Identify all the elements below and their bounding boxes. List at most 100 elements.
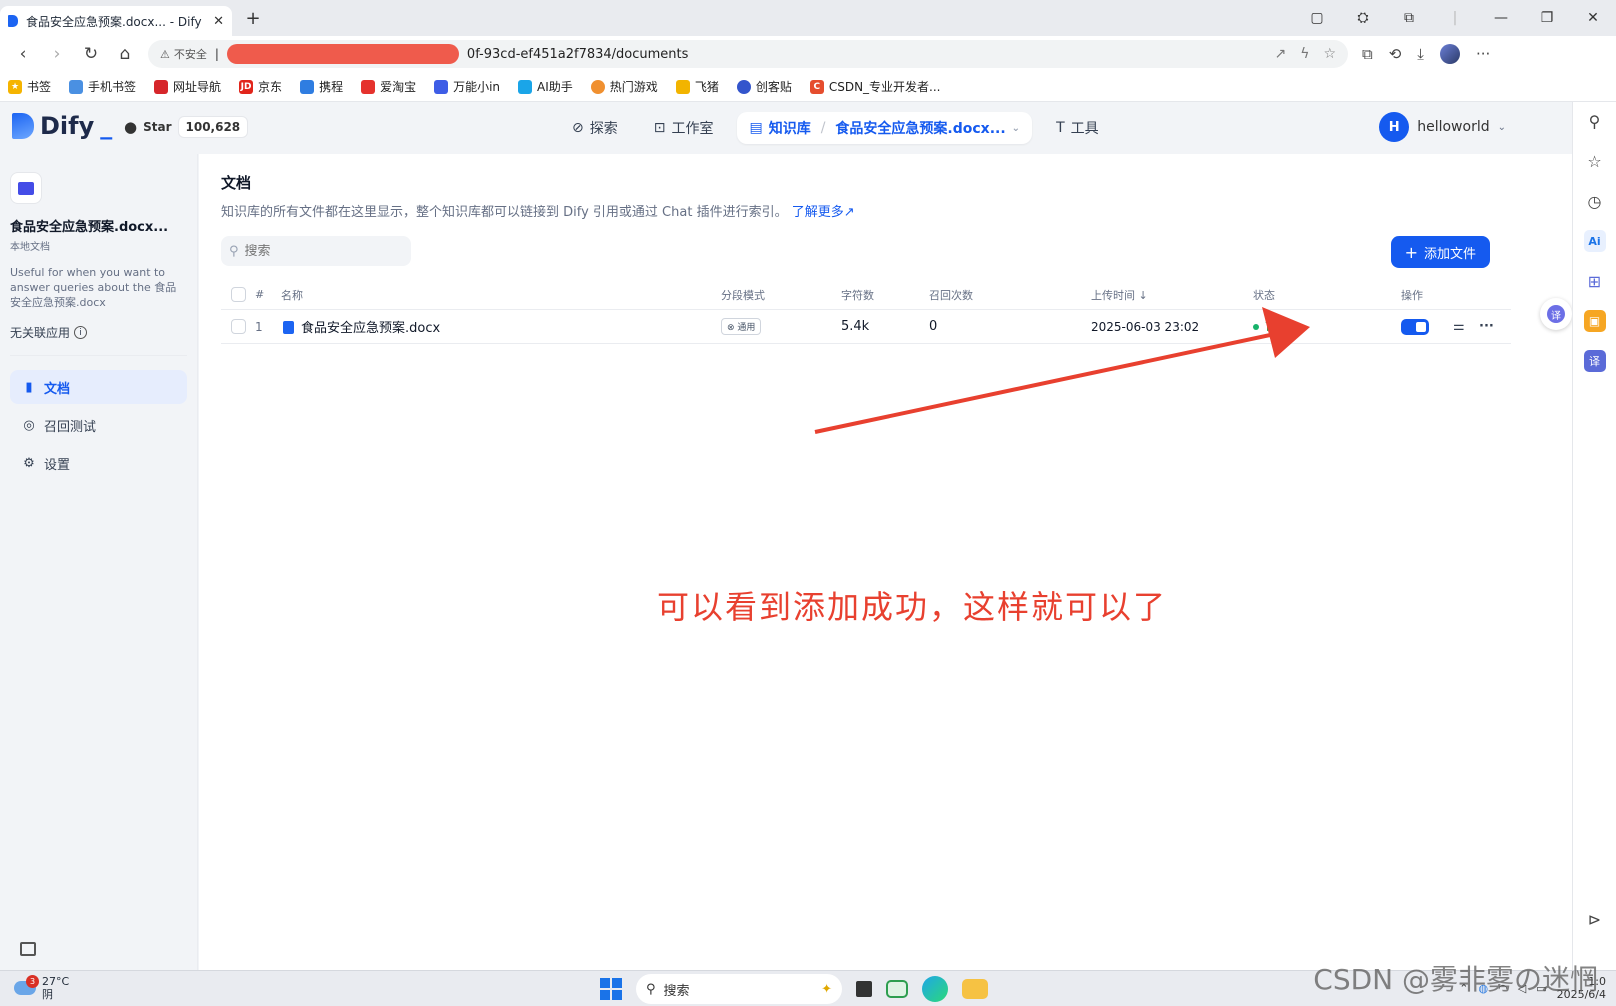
book-icon: ▤	[749, 120, 763, 136]
search-icon[interactable]: ⚲	[1584, 110, 1606, 132]
star-icon[interactable]: ☆	[1584, 150, 1606, 172]
bookmark-item[interactable]: 万能小in	[434, 78, 500, 95]
bookmark-item[interactable]: JD 京东	[239, 78, 282, 95]
reload-icon[interactable]: ↻	[74, 44, 108, 64]
download-icon[interactable]: ⤓	[1417, 45, 1424, 63]
table-row[interactable]: 1 食品安全应急预案.docx ⊗ 通用 5.4k 0 2025-06-03 2…	[221, 310, 1511, 344]
gamepad-icon[interactable]: ⊞	[1584, 270, 1606, 292]
nav-knowledge[interactable]: ▤ 知识库 / 食品安全应急预案.docx... ⌄	[737, 112, 1033, 144]
bookmark-item[interactable]: AI助手	[518, 78, 573, 95]
user-menu[interactable]: H helloworld ⌄	[1379, 112, 1506, 142]
select-all-checkbox[interactable]	[231, 287, 246, 302]
notification-badge: 3	[26, 975, 39, 988]
monitor-app-icon[interactable]	[886, 980, 908, 998]
translate-icon[interactable]: 译	[1583, 350, 1606, 372]
nav-tools[interactable]: T 工具	[1044, 112, 1111, 144]
col-chars: 字符数	[841, 288, 874, 302]
edge-browser-icon[interactable]	[922, 976, 948, 1002]
forward-icon[interactable]: ›	[40, 44, 74, 64]
briefcase-icon[interactable]: ▣	[1583, 310, 1606, 332]
weather-widget[interactable]: 3 27°C 阴	[14, 975, 69, 1001]
bookmark-item[interactable]: 携程	[300, 78, 343, 95]
bookmark-item[interactable]: 爱淘宝	[361, 78, 416, 95]
weather-desc: 阴	[42, 988, 53, 1001]
profile-avatar-icon[interactable]	[1439, 44, 1460, 64]
bookmark-item[interactable]: 网址导航	[154, 78, 221, 95]
file-explorer-icon[interactable]	[962, 979, 988, 999]
row-upload-time: 2025-06-03 23:02	[1091, 319, 1200, 334]
add-file-button[interactable]: + 添加文件	[1390, 236, 1490, 268]
nav-explore[interactable]: ⊘ 探索	[560, 112, 630, 144]
bookmark-item[interactable]: C CSDN_专业开发者...	[809, 78, 941, 95]
search-icon: ⚲	[229, 243, 239, 259]
weather-temp: 27°C	[42, 975, 70, 988]
csdn-watermark: CSDN @雾非雾の迷惘	[1313, 963, 1598, 996]
sidebar-item-documents[interactable]: ▮ 文档	[10, 370, 187, 404]
ai-icon[interactable]: Ai	[1583, 230, 1606, 252]
search-box[interactable]: ⚲	[221, 236, 411, 266]
learn-more-link[interactable]: 了解更多↗	[792, 205, 855, 220]
current-kb-breadcrumb[interactable]: 食品安全应急预案.docx...	[835, 118, 1005, 138]
windows-start-icon[interactable]	[600, 978, 622, 1000]
info-icon[interactable]: i	[74, 326, 88, 339]
history-icon[interactable]: ⟲	[1389, 45, 1402, 63]
bookmark-ctrip-icon	[300, 79, 315, 94]
collapse-sidebar-icon[interactable]	[20, 942, 36, 956]
bookmark-wanneng-icon	[434, 79, 449, 94]
warning-icon: ⚠	[160, 47, 170, 61]
bookmark-item[interactable]: 热门游戏	[590, 78, 658, 95]
status-dot-icon	[1253, 323, 1259, 330]
hammer-icon: T	[1056, 120, 1065, 136]
sidebar-item-settings[interactable]: ⚙ 设置	[10, 446, 187, 480]
expand-panel-icon[interactable]: ⊳	[1584, 908, 1606, 930]
incognito-icon[interactable]: ⛭	[1340, 10, 1386, 26]
sidebar-item-retrieval-test[interactable]: ◎ 召回测试	[10, 408, 187, 442]
task-view-icon[interactable]	[856, 981, 872, 997]
bookmark-item[interactable]: 飞猪	[675, 78, 719, 95]
star-bookmark-icon[interactable]: ☆	[1323, 46, 1336, 62]
insecure-indicator[interactable]: ⚠ 不安全	[160, 46, 207, 62]
github-star-count: 100,628	[177, 116, 249, 138]
clock-icon[interactable]: ◷	[1584, 190, 1606, 212]
extensions-puzzle-icon[interactable]: ⧉	[1386, 10, 1432, 26]
close-window-icon[interactable]: ✕	[1570, 10, 1616, 26]
new-tab-icon[interactable]: +	[238, 8, 268, 29]
bolt-icon[interactable]: ϟ	[1300, 46, 1309, 62]
bookmark-item[interactable]: 创客贴	[736, 78, 792, 95]
logo-underscore: _	[100, 112, 113, 140]
close-tab-icon[interactable]: ✕	[213, 14, 224, 29]
github-star[interactable]: ● Star 100,628	[124, 116, 249, 138]
sparkle-icon: ✦	[821, 981, 832, 997]
row-hits: 0	[929, 319, 938, 334]
breadcrumb-separator: /	[820, 120, 826, 136]
translate-floating-button[interactable]: 译	[1540, 298, 1572, 330]
home-icon[interactable]: ⌂	[108, 44, 142, 64]
annotation-text: 可以看到添加成功，这样就可以了	[657, 588, 1168, 626]
dify-logo[interactable]: Dify _	[12, 112, 112, 140]
bookmark-item[interactable]: ★ 书签	[8, 78, 51, 95]
share-icon[interactable]: ↗	[1274, 46, 1286, 62]
taskbar-search[interactable]: ⚲ 搜索 ✦	[636, 974, 842, 1004]
segment-settings-icon[interactable]: ⚌	[1453, 319, 1465, 334]
bookmark-item[interactable]: 手机书签	[69, 78, 136, 95]
minimize-icon[interactable]: —	[1478, 10, 1524, 26]
target-icon: ◎	[23, 417, 35, 433]
row-checkbox[interactable]	[231, 319, 246, 334]
app-header: Dify _ ● Star 100,628 ⊘ 探索 ⊡ 工作室 ▤ 知识库 / …	[0, 102, 1572, 154]
col-upload-time[interactable]: 上传时间 ↓	[1091, 287, 1148, 303]
extension-icon[interactable]: ⧉	[1362, 45, 1373, 63]
nav-studio[interactable]: ⊡ 工作室	[642, 112, 726, 144]
row-name[interactable]: 食品安全应急预案.docx	[283, 317, 440, 336]
top-nav: ⊘ 探索 ⊡ 工作室 ▤ 知识库 / 食品安全应急预案.docx... ⌄ T …	[560, 112, 1111, 144]
page-title: 文档	[221, 174, 252, 192]
more-menu-icon[interactable]: ···	[1476, 45, 1490, 63]
back-icon[interactable]: ‹	[6, 44, 40, 64]
reader-icon[interactable]: ▢	[1294, 10, 1340, 26]
search-input[interactable]	[244, 243, 395, 259]
browser-tab[interactable]: 食品安全应急预案.docx... - Dify ✕	[0, 6, 232, 36]
enable-toggle[interactable]	[1401, 318, 1429, 335]
bookmark-taobao-icon	[361, 79, 376, 94]
url-field[interactable]: ⚠ 不安全 | 0f-93cd-ef451a2f7834/documents ↗…	[148, 40, 1348, 68]
restore-icon[interactable]: ❐	[1524, 10, 1570, 26]
more-actions-icon[interactable]: ···	[1479, 319, 1494, 334]
